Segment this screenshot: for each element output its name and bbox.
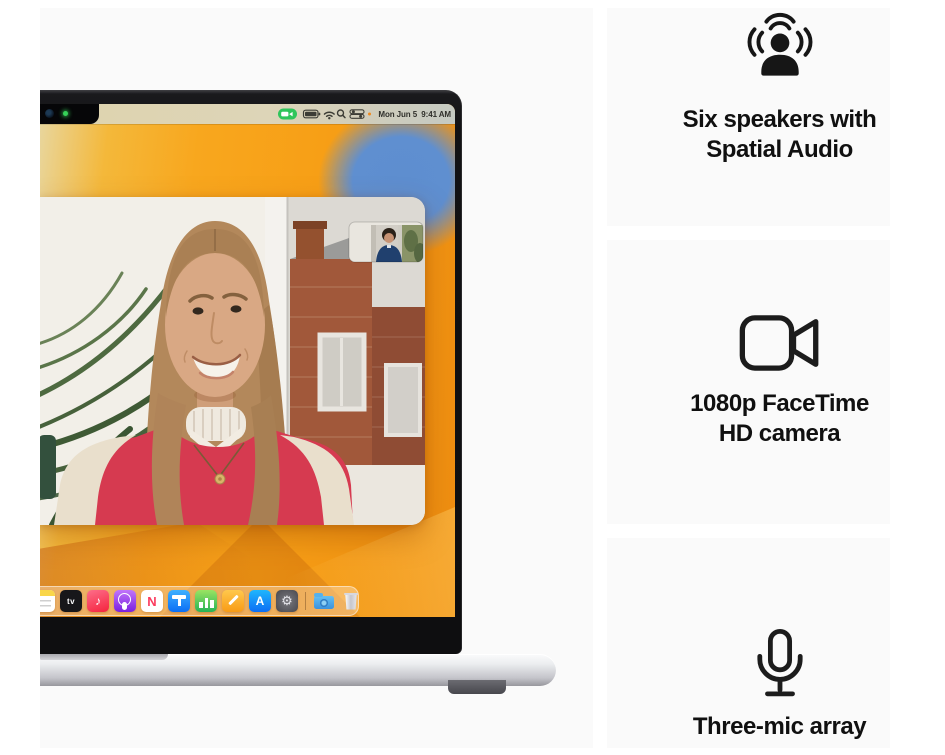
- dock-icon-numbers[interactable]: [195, 590, 217, 612]
- feature-title: 1080p FaceTime HD camera: [690, 389, 869, 449]
- feature-title-line: HD camera: [690, 419, 869, 449]
- news-glyph: N: [141, 590, 163, 612]
- menubar-clock[interactable]: Mon Jun 5 9:41 AM: [378, 110, 451, 119]
- laptop-foot: [448, 680, 506, 694]
- dock-icon-app-store[interactable]: A: [249, 590, 271, 612]
- dock-icon-news[interactable]: N: [141, 590, 163, 612]
- dock: tv ♪ N A ⚙: [40, 586, 359, 616]
- feature-title: Three-mic array: [693, 712, 866, 742]
- dock-icon-settings[interactable]: ⚙: [276, 590, 298, 612]
- music-note-glyph: ♪: [87, 590, 109, 612]
- facetime-pip[interactable]: [349, 222, 425, 263]
- dock-icon-notes[interactable]: [40, 590, 55, 612]
- gear-icon: ⚙: [276, 590, 298, 612]
- facetime-camera-lens: [45, 109, 54, 118]
- dock-divider: [305, 592, 306, 610]
- feature-title-line: 1080p FaceTime: [690, 389, 869, 419]
- feature-card-camera: 1080p FaceTime HD camera: [607, 240, 890, 524]
- dock-icon-podcasts[interactable]: [114, 590, 136, 612]
- macbook-image-card: Mon Jun 5 9:41 AM tv ♪ N A ⚙: [40, 8, 593, 748]
- dock-icon-downloads-folder[interactable]: [313, 590, 335, 612]
- feature-title-line: Six speakers with: [683, 105, 877, 135]
- facetime-video: [40, 197, 425, 525]
- facetime-window: [40, 197, 425, 525]
- thumb-scoop: [40, 654, 168, 660]
- dock-icon-trash[interactable]: [340, 590, 359, 612]
- three-mic-icon: [755, 628, 805, 702]
- wifi-icon: [325, 112, 335, 116]
- app-store-glyph: A: [249, 590, 271, 612]
- dock-icon-apple-tv[interactable]: tv: [60, 590, 82, 612]
- laptop-screen: Mon Jun 5 9:41 AM tv ♪ N A ⚙: [40, 104, 455, 617]
- feature-card-mic: Three-mic array: [607, 538, 890, 748]
- dock-icon-pages[interactable]: [222, 590, 244, 612]
- menu-bar: Mon Jun 5 9:41 AM: [40, 104, 455, 124]
- facetime-camera-icon: [739, 315, 821, 371]
- feature-title: Six speakers with Spatial Audio: [683, 105, 877, 165]
- feature-title-line: Spatial Audio: [683, 135, 877, 165]
- dock-icon-music[interactable]: ♪: [87, 590, 109, 612]
- dock-icon-keynote[interactable]: [168, 590, 190, 612]
- camera-indicator-led: [63, 111, 68, 116]
- menubar-status-icons[interactable]: [278, 107, 374, 121]
- tv-glyph: tv: [60, 590, 82, 612]
- product-gallery: Mon Jun 5 9:41 AM tv ♪ N A ⚙: [0, 0, 945, 755]
- feature-card-speakers: Six speakers with Spatial Audio: [607, 8, 890, 226]
- spatial-audio-icon: [746, 6, 814, 90]
- control-center-icon: [350, 110, 364, 119]
- display-notch: [40, 104, 99, 124]
- feature-title-line: Three-mic array: [693, 712, 866, 742]
